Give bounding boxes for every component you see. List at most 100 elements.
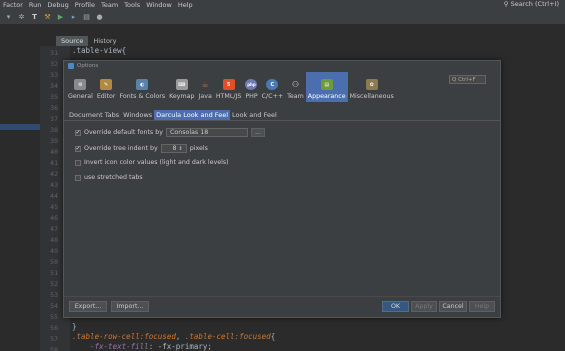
font-field[interactable]: Consolas 18 xyxy=(165,128,248,137)
memory-icon[interactable]: ● xyxy=(95,12,104,21)
line-number: 47 xyxy=(50,225,58,233)
css-property: -fx-text-fill xyxy=(90,342,149,351)
menu-profile[interactable]: Profile xyxy=(72,1,98,9)
category-label: HTML/JS xyxy=(215,93,242,100)
category-html-js[interactable]: 5 HTML/JS xyxy=(214,72,244,102)
code-line[interactable]: } xyxy=(72,322,77,331)
line-number: 40 xyxy=(50,148,58,156)
main-toolbar: ▾ ✲ T ⚒ ▶ ▸ ▤ ● xyxy=(0,9,565,25)
stretched-tabs-checkbox[interactable] xyxy=(75,174,81,181)
category-java[interactable]: ☕ Java xyxy=(197,72,214,102)
menu-run[interactable]: Run xyxy=(26,1,44,9)
export-button[interactable]: Export... xyxy=(69,301,107,312)
settings-icon[interactable]: ✲ xyxy=(17,12,26,21)
tab-history[interactable]: History xyxy=(88,36,121,46)
indent-spinner[interactable]: 8 ⇕ xyxy=(160,144,187,153)
invert-icons-label: Invert icon color values (light and dark… xyxy=(84,159,229,166)
tab-darcula-look-and-feel[interactable]: Darcula Look and Feel xyxy=(154,110,230,120)
tab-look-and-feel[interactable]: Look and Feel xyxy=(230,110,279,120)
category-team[interactable]: ⚇ Team xyxy=(285,72,306,102)
invert-icons-checkbox[interactable] xyxy=(75,159,81,166)
category-fonts-colors[interactable]: ◐ Fonts & Colors xyxy=(117,72,167,102)
options-search-input[interactable]: Q Ctrl+F xyxy=(449,75,486,84)
css-selector: .table-row-cell:focused xyxy=(72,332,176,341)
text-icon[interactable]: T xyxy=(30,12,39,21)
category-label: Editor xyxy=(96,93,116,100)
line-number: 35 xyxy=(50,93,58,101)
category-label: Fonts & Colors xyxy=(119,93,166,100)
line-number: 55 xyxy=(50,313,58,321)
line-number: 57 xyxy=(50,335,58,343)
category-php[interactable]: php PHP xyxy=(243,72,259,102)
ok-button[interactable]: OK xyxy=(382,301,409,312)
options-dialog: Options ⚙ General ✎ Editor ◐ Fonts & Col… xyxy=(63,60,501,318)
tab-windows[interactable]: Windows xyxy=(121,110,154,120)
tab-source[interactable]: Source xyxy=(56,36,89,46)
search-icon: ⚲ xyxy=(503,0,509,8)
run-icon[interactable]: ▶ xyxy=(56,12,65,21)
hammer-icon[interactable]: ⚒ xyxy=(43,12,52,21)
global-search-label: Search (Ctrl+I) xyxy=(510,0,559,8)
cancel-button[interactable]: Cancel xyxy=(439,301,467,312)
category-appearance[interactable]: ▤ Appearance xyxy=(305,72,348,102)
menu-factor[interactable]: Factor xyxy=(0,1,26,9)
code-line[interactable]: -fx-text-fill: -fx-primary; xyxy=(90,342,212,351)
override-fonts-checkbox[interactable]: ✓ xyxy=(75,129,81,136)
dialog-titlebar[interactable]: Options xyxy=(64,61,500,70)
import-button[interactable]: Import... xyxy=(111,301,149,312)
line-number: 45 xyxy=(50,203,58,211)
category-miscellaneous[interactable]: ✿ Miscellaneous xyxy=(348,72,396,102)
code-line[interactable]: .table-row-cell:focused, .table-cell:foc… xyxy=(72,332,275,341)
tab-divider xyxy=(64,120,500,121)
spinner-arrows-icon[interactable]: ⇕ xyxy=(179,146,183,152)
netbeans-logo-icon xyxy=(68,62,74,69)
dropdown-icon[interactable]: ▾ xyxy=(4,12,13,21)
menu-debug[interactable]: Debug xyxy=(44,1,71,9)
line-number: 39 xyxy=(50,137,58,145)
line-number: 51 xyxy=(50,269,58,277)
dialog-title: Options xyxy=(77,62,99,69)
indent-value: 8 xyxy=(172,145,177,152)
palette-icon: ◐ xyxy=(136,79,149,90)
css-value: : -fx-primary; xyxy=(148,342,212,351)
line-number: 43 xyxy=(50,181,58,189)
help-button[interactable]: Help xyxy=(469,301,495,312)
line-number: 41 xyxy=(50,159,58,167)
line-number: 46 xyxy=(50,214,58,222)
menu-tools[interactable]: Tools xyxy=(121,1,143,9)
profile-icon[interactable]: ▤ xyxy=(82,12,91,21)
menu-team[interactable]: Team xyxy=(98,1,121,9)
line-number: 31 xyxy=(50,49,58,57)
invert-icons-row: Invert icon color values (light and dark… xyxy=(75,159,229,166)
editor-tabs: Source History xyxy=(56,36,121,46)
debug-icon[interactable]: ▸ xyxy=(69,12,78,21)
line-number: 48 xyxy=(50,236,58,244)
menu-bar: Factor Run Debug Profile Team Tools Wind… xyxy=(0,0,565,9)
override-fonts-row: ✓ Override default fonts by Consolas 18 … xyxy=(75,128,265,137)
category-keymap[interactable]: ⌨ Keymap xyxy=(167,72,196,102)
line-number: 56 xyxy=(50,324,58,332)
line-number: 38 xyxy=(50,126,58,134)
line-number: 36 xyxy=(50,104,58,112)
line-number: 50 xyxy=(50,258,58,266)
css-selector: .table-cell:focused xyxy=(184,332,271,341)
html5-icon: 5 xyxy=(222,79,235,90)
line-number: 44 xyxy=(50,192,58,200)
font-browse-button[interactable]: ... xyxy=(250,128,265,137)
menu-help[interactable]: Help xyxy=(175,1,196,9)
code-line[interactable]: .table-view{ xyxy=(72,46,126,55)
override-indent-checkbox[interactable]: ✓ xyxy=(75,145,81,152)
category-label: Team xyxy=(287,93,304,100)
tab-document-tabs[interactable]: Document Tabs xyxy=(67,110,121,120)
line-number: 33 xyxy=(50,71,58,79)
apply-button[interactable]: Apply xyxy=(411,301,437,312)
category-editor[interactable]: ✎ Editor xyxy=(95,72,118,102)
appearance-subtabs: Document Tabs Windows Darcula Look and F… xyxy=(67,110,279,120)
menu-window[interactable]: Window xyxy=(143,1,175,9)
category-label: PHP xyxy=(245,93,258,100)
category-general[interactable]: ⚙ General xyxy=(66,72,95,102)
project-selected-row[interactable] xyxy=(0,124,40,130)
category-cpp[interactable]: C C/C++ xyxy=(260,72,285,102)
global-search[interactable]: ⚲ Search (Ctrl+I) xyxy=(504,0,559,8)
project-panel xyxy=(0,36,40,351)
